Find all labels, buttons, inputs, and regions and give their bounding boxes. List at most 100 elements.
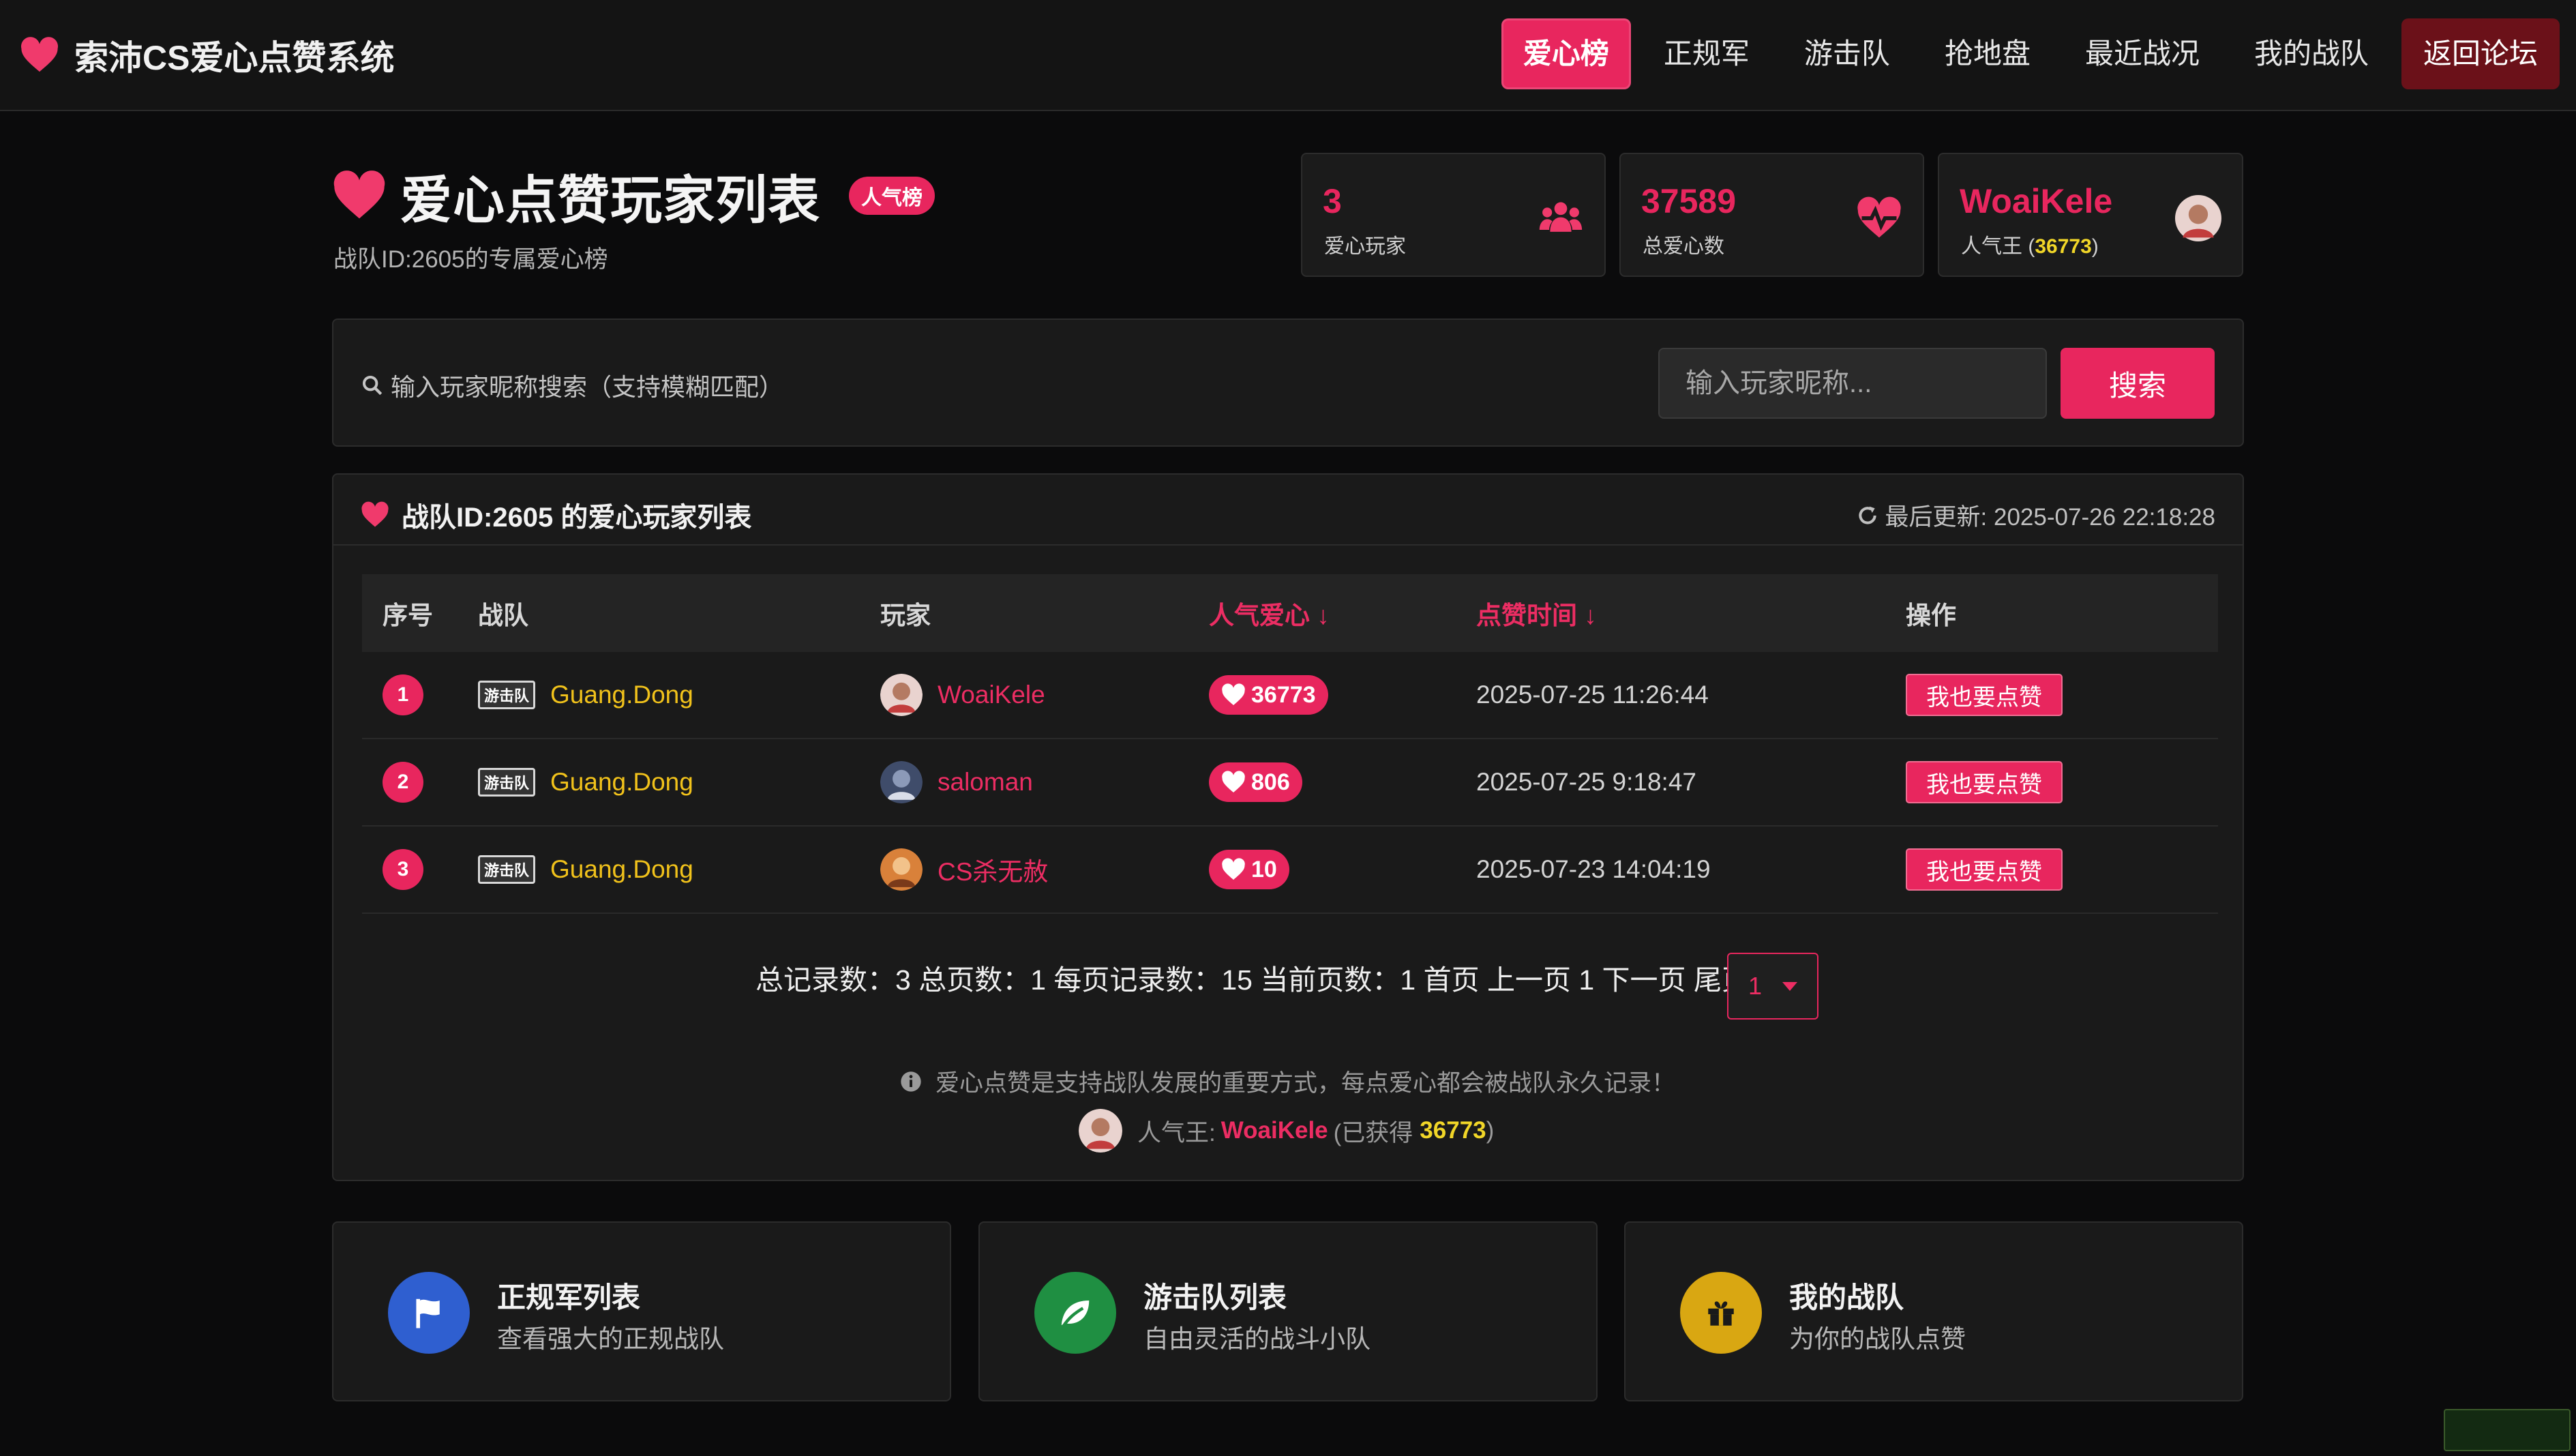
avatar xyxy=(2175,195,2221,241)
popularity-king-line: 人气王: WoaiKele (已获得 36773 ) xyxy=(1079,1109,1494,1153)
player-name-link[interactable]: WoaiKele xyxy=(938,681,1045,709)
team-name-link[interactable]: Guang.Dong xyxy=(550,768,693,797)
col-time-sort[interactable]: 点赞时间 ↓ xyxy=(1476,574,1906,652)
card-subtitle: 为你的战队点赞 xyxy=(1789,1325,1966,1353)
site-watermark-logo xyxy=(2444,1409,2571,1451)
like-time: 2025-07-25 11:26:44 xyxy=(1476,652,1906,739)
refresh-icon[interactable] xyxy=(1857,505,1878,526)
col-action: 操作 xyxy=(1906,574,2218,652)
avatar xyxy=(880,674,923,716)
team-name-link[interactable]: Guang.Dong xyxy=(550,681,693,709)
stat-label: 人气王 (36773) xyxy=(1961,235,2099,258)
player-name-link[interactable]: CS杀无赦 xyxy=(938,851,1048,888)
page-subtitle: 战队ID:2605的专属爱心榜 xyxy=(333,246,608,273)
team-type-tag: 游击队 xyxy=(478,768,536,797)
stat-card-popularity-king: WoaiKele 人气王 (36773) xyxy=(1938,153,2243,277)
likes-badge: 10 xyxy=(1209,850,1289,889)
nav-item-love-board[interactable]: 爱心榜 xyxy=(1501,18,1631,89)
heart-icon xyxy=(1222,771,1245,792)
pagination-text[interactable]: 总记录数：3 总页数：1 每页记录数：15 当前页数：1 首页 上一页 1 下一… xyxy=(755,957,1750,998)
info-note: 爱心点赞是支持战队发展的重要方式，每点爱心都会被战队永久记录！ xyxy=(900,1064,1675,1099)
page-header: 爱心点赞玩家列表 人气榜 xyxy=(332,158,935,233)
card-my-team[interactable]: 我的战队 为你的战队点赞 xyxy=(1624,1221,2243,1401)
last-updated: 最后更新: 2025-07-26 22:18:28 xyxy=(1857,498,2215,533)
card-title: 游击队列表 xyxy=(1143,1281,1287,1313)
avatar xyxy=(1079,1109,1122,1153)
stat-value: 37589 xyxy=(1641,182,1737,220)
nav-item-recent-battles[interactable]: 最近战况 xyxy=(2063,18,2221,89)
list-title: 战队ID:2605 的爱心玩家列表 xyxy=(361,495,751,535)
likes-badge: 36773 xyxy=(1209,675,1328,715)
rank-badge: 1 xyxy=(383,674,423,715)
col-player: 玩家 xyxy=(880,574,1209,652)
card-subtitle: 查看强大的正规战队 xyxy=(497,1325,724,1353)
main-nav: 爱心榜 正规军 游击队 抢地盘 最近战况 我的战队 返回论坛 xyxy=(1491,18,2560,89)
like-time: 2025-07-23 14:04:19 xyxy=(1476,826,1906,914)
page-title: 爱心点赞玩家列表 xyxy=(400,172,820,230)
gift-icon xyxy=(1680,1272,1762,1354)
nav-item-territory[interactable]: 抢地盘 xyxy=(1923,18,2052,89)
team-cell: 游击队 Guang.Dong xyxy=(478,855,880,884)
like-button[interactable]: 我也要点赞 xyxy=(1906,674,2063,716)
info-icon xyxy=(901,1071,921,1092)
heart-pulse-icon xyxy=(1857,196,1901,238)
like-button[interactable]: 我也要点赞 xyxy=(1906,761,2063,803)
player-name-link[interactable]: saloman xyxy=(938,768,1033,797)
likes-badge: 806 xyxy=(1209,762,1302,802)
brand-name: 索沛CS爱心点赞系统 xyxy=(74,39,395,77)
table-row: 3 游击队 Guang.Dong CS杀无赦 10 2025-07-23 14:0… xyxy=(362,826,2218,914)
player-table: 序号 战队 玩家 人气爱心 ↓ 点赞时间 ↓ 操作 1 游击队 Guang.Don… xyxy=(362,574,2218,914)
rank-badge: 3 xyxy=(383,849,423,890)
nav-item-back-to-forum[interactable]: 返回论坛 xyxy=(2401,18,2560,89)
flag-icon xyxy=(388,1272,470,1354)
page-select[interactable]: 1 xyxy=(1727,953,1818,1020)
nav-item-my-team[interactable]: 我的战队 xyxy=(2232,18,2391,89)
card-title: 正规军列表 xyxy=(497,1281,641,1313)
users-icon xyxy=(1539,202,1583,232)
leaf-icon xyxy=(1034,1272,1116,1354)
rank-badge: 2 xyxy=(383,762,423,803)
search-hint: 输入玩家昵称搜索（支持模糊匹配） xyxy=(361,368,783,403)
nav-item-guerrilla[interactable]: 游击队 xyxy=(1782,18,1912,89)
avatar xyxy=(880,761,923,803)
stat-label: 爱心玩家 xyxy=(1324,235,1406,258)
stat-label: 总爱心数 xyxy=(1643,235,1724,258)
search-input[interactable] xyxy=(1658,348,2047,419)
player-cell: CS杀无赦 xyxy=(880,848,1209,891)
team-type-tag: 游击队 xyxy=(478,681,536,709)
team-type-tag: 游击队 xyxy=(478,855,536,884)
col-likes-sort[interactable]: 人气爱心 ↓ xyxy=(1209,574,1476,652)
like-button[interactable]: 我也要点赞 xyxy=(1906,848,2063,891)
avatar xyxy=(880,848,923,891)
player-cell: saloman xyxy=(880,761,1209,803)
popularity-badge: 人气榜 xyxy=(849,177,935,215)
brand[interactable]: 索沛CS爱心点赞系统 xyxy=(20,31,394,79)
nav-item-regular-army[interactable]: 正规军 xyxy=(1642,18,1771,89)
stat-card-players: 3 爱心玩家 xyxy=(1301,153,1606,277)
heart-icon xyxy=(20,37,59,72)
card-title: 我的战队 xyxy=(1789,1281,1904,1313)
chevron-down-icon xyxy=(1782,981,1798,991)
heart-icon xyxy=(333,170,385,219)
list-header: 战队ID:2605 的爱心玩家列表 最后更新: 2025-07-26 22:18… xyxy=(333,475,2243,546)
stat-card-total-likes: 37589 总爱心数 xyxy=(1619,153,1924,277)
search-button[interactable]: 搜索 xyxy=(2061,348,2215,419)
top-navbar: 索沛CS爱心点赞系统 爱心榜 正规军 游击队 抢地盘 最近战况 我的战队 返回论… xyxy=(0,0,2576,111)
search-icon xyxy=(362,375,383,396)
col-team: 战队 xyxy=(478,574,880,652)
table-row: 1 游击队 Guang.Dong WoaiKele 36773 2025-07-2… xyxy=(362,652,2218,739)
heart-icon xyxy=(361,501,389,527)
like-time: 2025-07-25 9:18:47 xyxy=(1476,739,1906,827)
heart-icon xyxy=(1222,858,1245,880)
team-name-link[interactable]: Guang.Dong xyxy=(550,855,693,884)
king-likes: 36773 xyxy=(1420,1117,1486,1144)
team-cell: 游击队 Guang.Dong xyxy=(478,768,880,797)
table-row: 2 游击队 Guang.Dong saloman 806 2025-07-25 9… xyxy=(362,739,2218,827)
col-rank: 序号 xyxy=(362,574,478,652)
card-guerrilla[interactable]: 游击队列表 自由灵活的战斗小队 xyxy=(978,1221,1598,1401)
card-subtitle: 自由灵活的战斗小队 xyxy=(1143,1325,1371,1353)
player-cell: WoaiKele xyxy=(880,674,1209,716)
search-panel: 输入玩家昵称搜索（支持模糊匹配） 搜索 xyxy=(332,318,2244,447)
card-regular-army[interactable]: 正规军列表 查看强大的正规战队 xyxy=(332,1221,951,1401)
stat-value: 3 xyxy=(1323,182,1342,220)
